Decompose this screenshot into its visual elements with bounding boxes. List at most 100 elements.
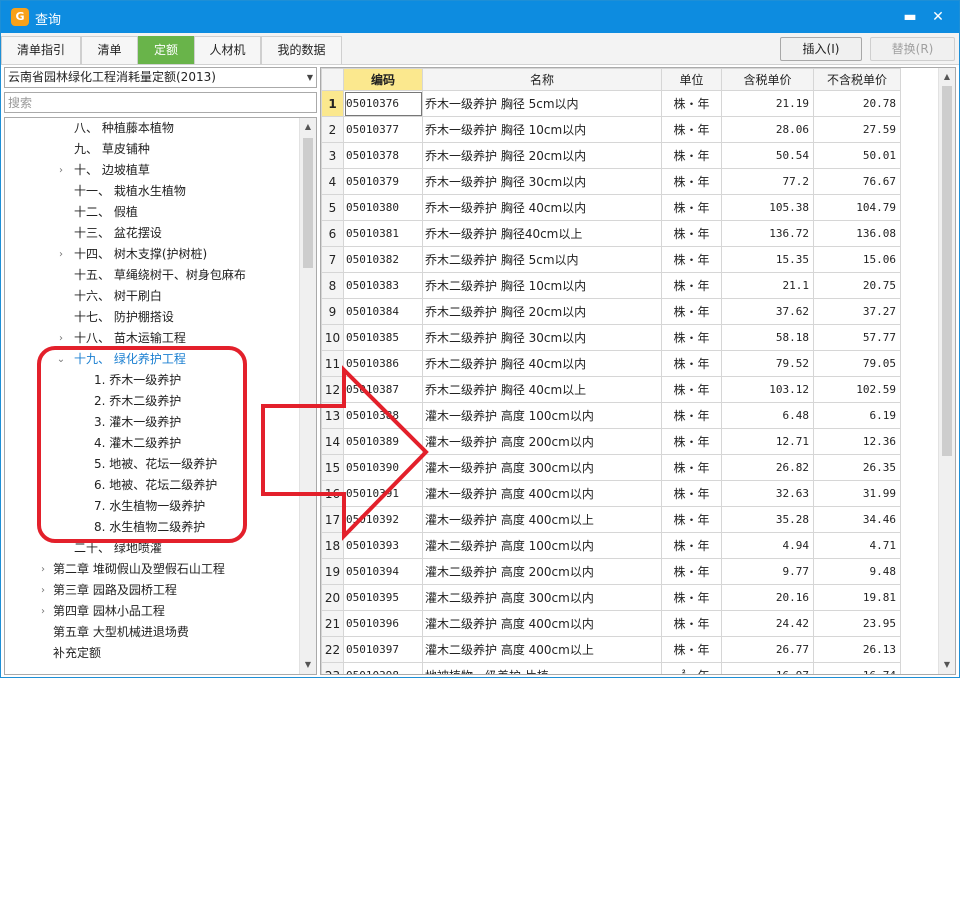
quota-name[interactable]: 乔木二级养护 胸径 5cm以内 — [422, 246, 662, 273]
price-without-tax[interactable]: 136.08 — [813, 220, 901, 247]
price-with-tax[interactable]: 32.63 — [721, 480, 814, 507]
row-index[interactable]: 1 — [321, 90, 344, 117]
price-with-tax[interactable]: 37.62 — [721, 298, 814, 325]
quota-name[interactable]: 灌木一级养护 高度 400cm以内 — [422, 480, 662, 507]
price-without-tax[interactable]: 23.95 — [813, 610, 901, 637]
table-row[interactable]: 14 05010389 灌木一级养护 高度 200cm以内 株・年 12.71 12.36 — [321, 428, 901, 455]
row-index[interactable]: 22 — [321, 636, 344, 663]
grid-scroll-thumb[interactable] — [942, 86, 952, 456]
table-row[interactable]: 7 05010382 乔木二级养护 胸径 5cm以内 株・年 15.35 15.06 — [321, 246, 901, 273]
price-without-tax[interactable]: 104.79 — [813, 194, 901, 221]
quota-unit[interactable]: 株・年 — [661, 584, 722, 611]
row-index[interactable]: 23 — [321, 662, 344, 674]
header-unit[interactable]: 单位 — [661, 68, 722, 91]
row-index[interactable]: 5 — [321, 194, 344, 221]
quota-unit[interactable]: 株・年 — [661, 246, 722, 273]
price-without-tax[interactable]: 37.27 — [813, 298, 901, 325]
price-with-tax[interactable]: 58.18 — [721, 324, 814, 351]
row-index[interactable]: 14 — [321, 428, 344, 455]
scroll-down-icon[interactable]: ▼ — [300, 656, 316, 673]
table-row[interactable]: 6 05010381 乔木一级养护 胸径40cm以上 株・年 136.72 136.08 — [321, 220, 901, 247]
quota-unit[interactable]: 株・年 — [661, 454, 722, 481]
price-with-tax[interactable]: 26.77 — [721, 636, 814, 663]
quota-unit[interactable]: 株・年 — [661, 142, 722, 169]
price-without-tax[interactable]: 102.59 — [813, 376, 901, 403]
price-with-tax[interactable]: 50.54 — [721, 142, 814, 169]
row-index[interactable]: 3 — [321, 142, 344, 169]
quota-name[interactable]: 灌木一级养护 高度 100cm以内 — [422, 402, 662, 429]
chevron-right-icon[interactable]: › — [37, 601, 49, 622]
quota-unit[interactable]: 株・年 — [661, 480, 722, 507]
price-with-tax[interactable]: 79.52 — [721, 350, 814, 377]
price-with-tax[interactable]: 6.48 — [721, 402, 814, 429]
quota-name[interactable]: 灌木一级养护 高度 400cm以上 — [422, 506, 662, 533]
replace-button[interactable]: 替换(R) — [870, 37, 955, 61]
quota-unit[interactable]: 株・年 — [661, 168, 722, 195]
row-index[interactable]: 2 — [321, 116, 344, 143]
quota-unit[interactable]: 株・年 — [661, 298, 722, 325]
tree-item[interactable]: 十三、 盆花摆设 — [5, 223, 297, 244]
tree-item[interactable]: › 第二章 堆砌假山及塑假石山工程 — [5, 559, 297, 580]
tree-item[interactable]: 3. 灌木一级养护 — [5, 412, 297, 433]
tree-item[interactable]: 八、 种植藤本植物 — [5, 118, 297, 139]
quota-code[interactable]: 05010382 — [343, 246, 423, 273]
tree-item[interactable]: › 十四、 树木支撑(护树桩) — [5, 244, 297, 265]
tree-scrollbar[interactable]: ▲ ▼ — [299, 118, 316, 674]
quota-unit[interactable]: 株・年 — [661, 324, 722, 351]
table-row[interactable]: 2 05010377 乔木一级养护 胸径 10cm以内 株・年 28.06 27.59 — [321, 116, 901, 143]
price-without-tax[interactable]: 20.75 — [813, 272, 901, 299]
price-with-tax[interactable]: 105.38 — [721, 194, 814, 221]
tree-item[interactable]: 8. 水生植物二级养护 — [5, 517, 297, 538]
quota-unit[interactable]: 株・年 — [661, 90, 722, 117]
tree-item[interactable]: 4. 灌木二级养护 — [5, 433, 297, 454]
tree-item[interactable]: ⌄ 十九、 绿化养护工程 — [5, 349, 297, 370]
chevron-right-icon[interactable]: › — [55, 160, 67, 181]
price-with-tax[interactable]: 35.28 — [721, 506, 814, 533]
price-without-tax[interactable]: 16.74 — [813, 662, 901, 674]
quota-name[interactable]: 灌木一级养护 高度 300cm以内 — [422, 454, 662, 481]
table-row[interactable]: 13 05010388 灌木一级养护 高度 100cm以内 株・年 6.48 6.19 — [321, 402, 901, 429]
row-index[interactable]: 9 — [321, 298, 344, 325]
price-with-tax[interactable]: 136.72 — [721, 220, 814, 247]
tree-item[interactable]: › 十、 边坡植草 — [5, 160, 297, 181]
quota-unit[interactable]: 株・年 — [661, 376, 722, 403]
row-index[interactable]: 7 — [321, 246, 344, 273]
row-index[interactable]: 18 — [321, 532, 344, 559]
table-row[interactable]: 12 05010387 乔木二级养护 胸径 40cm以上 株・年 103.12 102.5… — [321, 376, 901, 403]
close-icon[interactable]: ✕ — [929, 8, 947, 26]
quota-name[interactable]: 乔木一级养护 胸径40cm以上 — [422, 220, 662, 247]
table-row[interactable]: 4 05010379 乔木一级养护 胸径 30cm以内 株・年 77.2 76.67 — [321, 168, 901, 195]
table-row[interactable]: 22 05010397 灌木二级养护 高度 400cm以上 株・年 26.77 26.13 — [321, 636, 901, 663]
tab-my-data[interactable]: 我的数据 — [261, 36, 342, 64]
quota-name[interactable]: 灌木二级养护 高度 300cm以内 — [422, 584, 662, 611]
price-without-tax[interactable]: 12.36 — [813, 428, 901, 455]
quota-name[interactable]: 乔木二级养护 胸径 30cm以内 — [422, 324, 662, 351]
row-index[interactable]: 12 — [321, 376, 344, 403]
tree-item[interactable]: › 十八、 苗木运输工程 — [5, 328, 297, 349]
table-row[interactable]: 17 05010392 灌木一级养护 高度 400cm以上 株・年 35.28 34.46 — [321, 506, 901, 533]
chevron-right-icon[interactable]: › — [55, 328, 67, 349]
row-index[interactable]: 10 — [321, 324, 344, 351]
tree-item[interactable]: 1. 乔木一级养护 — [5, 370, 297, 391]
row-index[interactable]: 4 — [321, 168, 344, 195]
row-index[interactable]: 16 — [321, 480, 344, 507]
price-without-tax[interactable]: 79.05 — [813, 350, 901, 377]
tree-item[interactable]: 十二、 假植 — [5, 202, 297, 223]
quota-unit[interactable]: 株・年 — [661, 636, 722, 663]
quota-code[interactable]: 05010384 — [343, 298, 423, 325]
price-with-tax[interactable]: 9.77 — [721, 558, 814, 585]
price-with-tax[interactable]: 26.82 — [721, 454, 814, 481]
quota-code[interactable]: 05010379 — [343, 168, 423, 195]
quota-unit[interactable]: ㎡・年 — [661, 662, 722, 674]
insert-button[interactable]: 插入(I) — [780, 37, 862, 61]
quota-code[interactable]: 05010394 — [343, 558, 423, 585]
table-row[interactable]: 3 05010378 乔木一级养护 胸径 20cm以内 株・年 50.54 50.01 — [321, 142, 901, 169]
quota-unit[interactable]: 株・年 — [661, 506, 722, 533]
table-row[interactable]: 21 05010396 灌木二级养护 高度 400cm以内 株・年 24.42 23.95 — [321, 610, 901, 637]
tree-item[interactable]: 第五章 大型机械进退场费 — [5, 622, 297, 643]
price-without-tax[interactable]: 34.46 — [813, 506, 901, 533]
quota-name[interactable]: 乔木二级养护 胸径 40cm以内 — [422, 350, 662, 377]
price-without-tax[interactable]: 50.01 — [813, 142, 901, 169]
chevron-right-icon[interactable]: › — [37, 580, 49, 601]
row-index[interactable]: 19 — [321, 558, 344, 585]
